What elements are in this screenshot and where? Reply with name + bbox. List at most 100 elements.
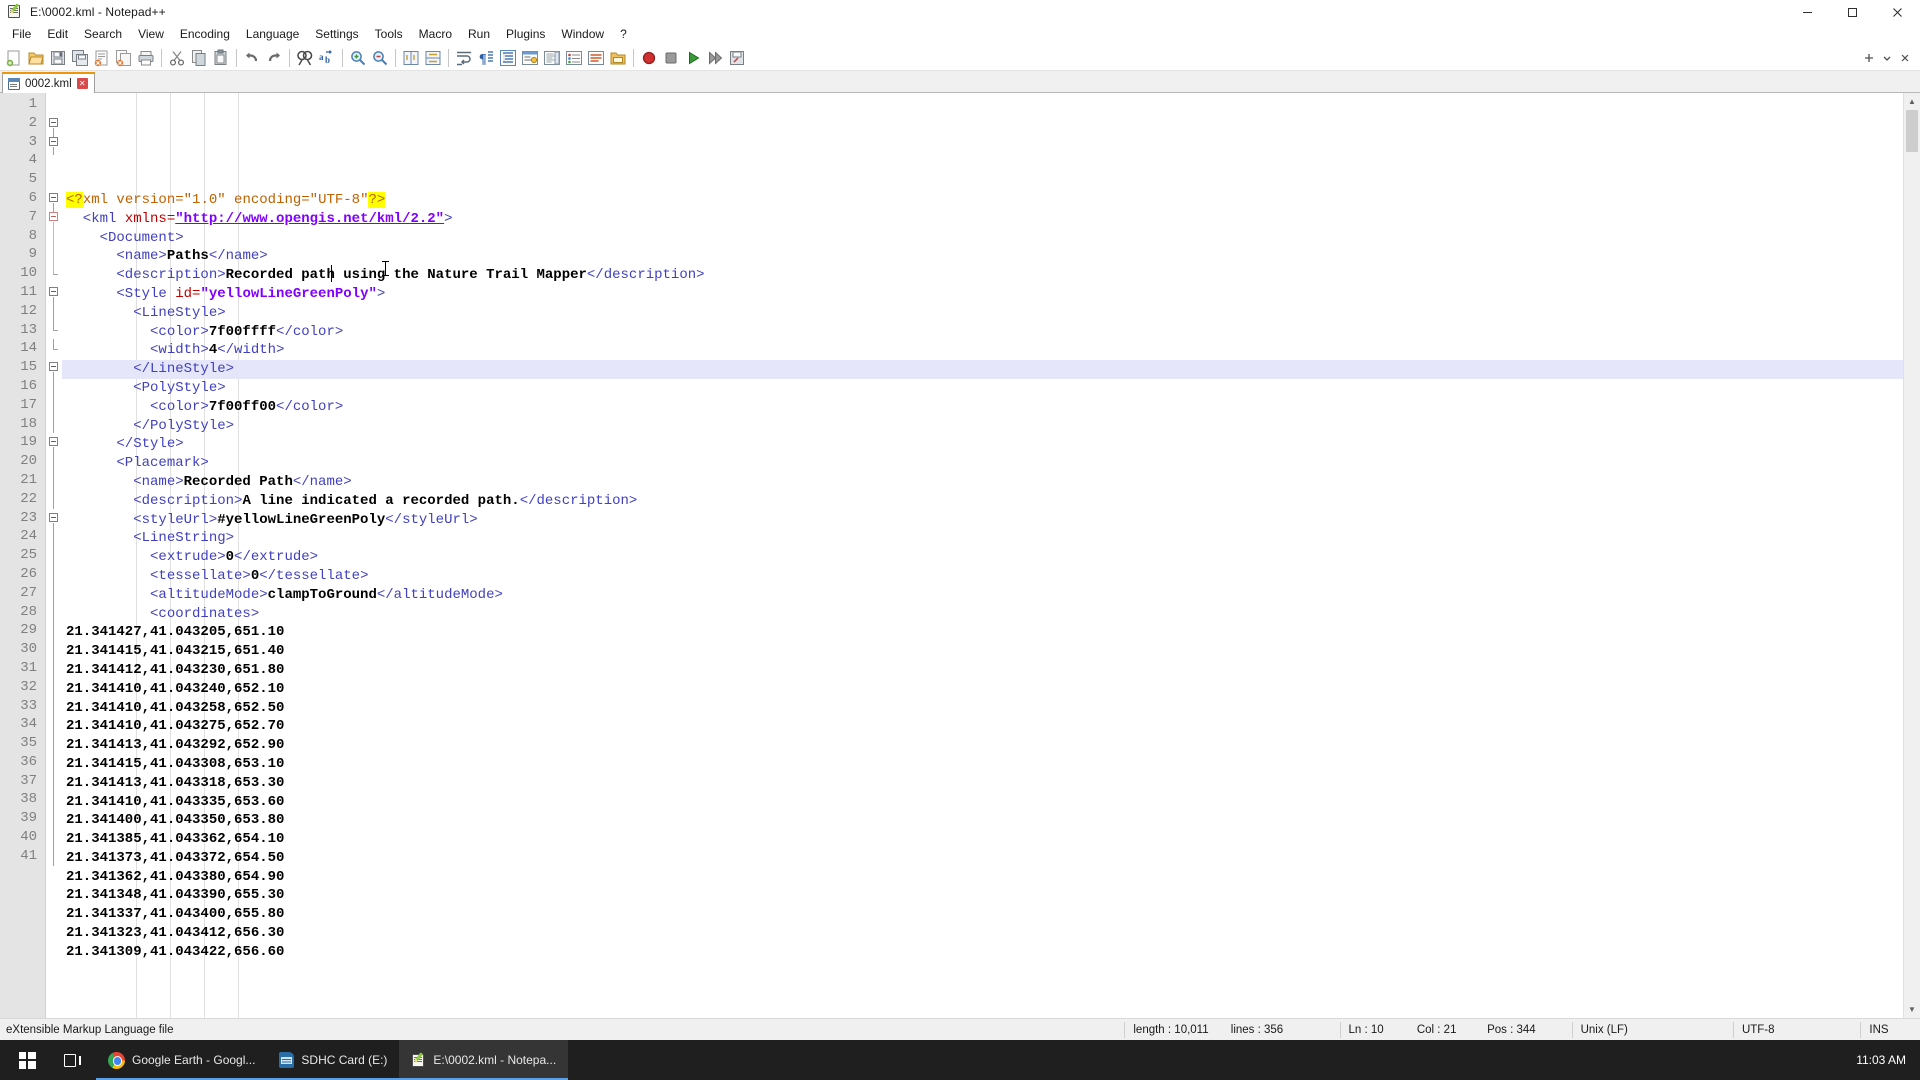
scroll-up-arrow[interactable]: ▲ — [1904, 93, 1920, 110]
menu-item-run[interactable]: Run — [460, 25, 498, 45]
code-line[interactable]: <width>4</width> — [62, 341, 1903, 360]
code-line[interactable]: <color>7f00ff00</color> — [62, 398, 1903, 417]
code-folding-gutter[interactable] — [46, 93, 62, 1018]
code-line[interactable]: <coordinates> — [62, 605, 1903, 624]
redo-icon[interactable] — [263, 47, 285, 69]
fold-toggle[interactable] — [49, 117, 58, 127]
code-line[interactable]: <LineString> — [62, 529, 1903, 548]
code-line[interactable]: </LineStyle> — [62, 360, 1903, 379]
user-defined-dialog-icon[interactable] — [519, 47, 541, 69]
add-tab-icon[interactable] — [1860, 47, 1878, 69]
fold-toggle[interactable] — [49, 287, 58, 296]
scrollbar-track[interactable] — [1904, 110, 1920, 1001]
vertical-scrollbar[interactable]: ▲ ▼ — [1903, 93, 1920, 1018]
new-file-icon[interactable] — [3, 47, 25, 69]
zoom-out-icon[interactable] — [369, 47, 391, 69]
code-line[interactable]: </PolyStyle> — [62, 417, 1903, 436]
taskbar-app-button[interactable]: E:\0002.kml - Notepa... — [399, 1040, 569, 1080]
code-line[interactable]: 21.341410,41.043258,652.50 — [62, 699, 1903, 718]
code-line[interactable]: <Style id="yellowLineGreenPoly"> — [62, 285, 1903, 304]
code-line[interactable]: <color>7f00ffff</color> — [62, 323, 1903, 342]
code-line[interactable]: <altitudeMode>clampToGround</altitudeMod… — [62, 586, 1903, 605]
menu-item-window[interactable]: Window — [553, 25, 612, 45]
sync-vertical-scroll-icon[interactable] — [400, 47, 422, 69]
code-line[interactable]: <kml xmlns="http://www.opengis.net/kml/2… — [62, 210, 1903, 229]
code-line[interactable]: 21.341323,41.043412,656.30 — [62, 924, 1903, 943]
code-line[interactable]: 21.341309,41.043422,656.60 — [62, 943, 1903, 962]
menu-item-file[interactable]: File — [4, 25, 39, 45]
close-all-files-icon[interactable] — [113, 47, 135, 69]
menu-item-tools[interactable]: Tools — [367, 25, 411, 45]
code-line[interactable]: 21.341415,41.043308,653.10 — [62, 755, 1903, 774]
undo-icon[interactable] — [241, 47, 263, 69]
code-line[interactable]: 21.341410,41.043335,653.60 — [62, 793, 1903, 812]
zoom-in-icon[interactable] — [347, 47, 369, 69]
document-map-icon[interactable] — [541, 47, 563, 69]
code-line[interactable]: 21.341348,41.043390,655.30 — [62, 886, 1903, 905]
function-list-icon[interactable] — [563, 47, 585, 69]
run-macro-multiple-icon[interactable] — [704, 47, 726, 69]
menu-item-view[interactable]: View — [130, 25, 172, 45]
print-icon[interactable] — [135, 47, 157, 69]
code-line[interactable]: <Document> — [62, 229, 1903, 248]
menu-item-language[interactable]: Language — [238, 25, 307, 45]
task-view-button[interactable] — [50, 1040, 96, 1080]
code-line[interactable]: 21.341410,41.043240,652.10 — [62, 680, 1903, 699]
document-list-icon[interactable] — [585, 47, 607, 69]
code-line[interactable]: <extrude>0</extrude> — [62, 548, 1903, 567]
code-line[interactable]: 21.341410,41.043275,652.70 — [62, 717, 1903, 736]
code-line[interactable]: <tessellate>0</tessellate> — [62, 567, 1903, 586]
scroll-down-arrow[interactable]: ▼ — [1904, 1001, 1920, 1018]
code-line[interactable]: </Style> — [62, 435, 1903, 454]
code-line[interactable]: <?xml version="1.0" encoding="UTF-8"?> — [62, 191, 1903, 210]
save-all-icon[interactable] — [69, 47, 91, 69]
code-line[interactable]: <styleUrl>#yellowLineGreenPoly</styleUrl… — [62, 511, 1903, 530]
code-line[interactable]: 21.341413,41.043292,652.90 — [62, 736, 1903, 755]
taskbar-clock[interactable]: 11:03 AM — [1856, 1040, 1920, 1080]
scrollbar-thumb[interactable] — [1906, 110, 1918, 152]
find-icon[interactable] — [294, 47, 316, 69]
code-line[interactable]: <description>Recorded path using the Nat… — [62, 266, 1903, 285]
fold-toggle[interactable] — [49, 136, 58, 146]
maximize-button[interactable] — [1830, 0, 1875, 24]
play-macro-icon[interactable] — [682, 47, 704, 69]
code-line[interactable]: <LineStyle> — [62, 304, 1903, 323]
menu-item-macro[interactable]: Macro — [411, 25, 460, 45]
menu-item-edit[interactable]: Edit — [39, 25, 76, 45]
copy-icon[interactable] — [188, 47, 210, 69]
code-line[interactable]: <PolyStyle> — [62, 379, 1903, 398]
code-line[interactable]: <description>A line indicated a recorded… — [62, 492, 1903, 511]
tab-close-icon[interactable]: ✕ — [76, 78, 88, 89]
code-line[interactable]: 21.341413,41.043318,653.30 — [62, 774, 1903, 793]
code-line[interactable]: <name>Recorded Path</name> — [62, 473, 1903, 492]
status-insert-mode[interactable]: INS — [1861, 1019, 1920, 1041]
menu-item-plugins[interactable]: Plugins — [498, 25, 553, 45]
close-button[interactable] — [1875, 0, 1920, 24]
code-line[interactable]: 21.341427,41.043205,651.10 — [62, 623, 1903, 642]
menu-item--[interactable]: ? — [612, 25, 635, 45]
menu-item-search[interactable]: Search — [76, 25, 130, 45]
close-icon[interactable] — [1896, 47, 1914, 69]
minimize-button[interactable] — [1785, 0, 1830, 24]
menu-item-settings[interactable]: Settings — [307, 25, 366, 45]
folder-as-workspace-icon[interactable] — [607, 47, 629, 69]
fold-toggle[interactable] — [49, 362, 58, 372]
code-content[interactable]: <?xml version="1.0" encoding="UTF-8"?> <… — [62, 93, 1903, 1018]
open-file-icon[interactable] — [25, 47, 47, 69]
fold-toggle[interactable] — [49, 211, 58, 221]
code-line[interactable]: 21.341337,41.043400,655.80 — [62, 905, 1903, 924]
save-macro-icon[interactable] — [726, 47, 748, 69]
stop-macro-icon[interactable] — [660, 47, 682, 69]
code-line[interactable]: 21.341400,41.043350,653.80 — [62, 811, 1903, 830]
status-encoding[interactable]: UTF-8 — [1734, 1019, 1860, 1041]
code-line[interactable]: <name>Paths</name> — [62, 247, 1903, 266]
code-line[interactable]: 21.341373,41.043372,654.50 — [62, 849, 1903, 868]
save-icon[interactable] — [47, 47, 69, 69]
fold-toggle[interactable] — [49, 512, 58, 522]
code-line[interactable]: 21.341362,41.043380,654.90 — [62, 868, 1903, 887]
taskbar-app-button[interactable]: SDHC Card (E:) — [267, 1040, 400, 1080]
replace-icon[interactable]: ab — [316, 47, 338, 69]
chevron-down-icon[interactable] — [1878, 47, 1896, 69]
code-line[interactable]: 21.341385,41.043362,654.10 — [62, 830, 1903, 849]
sync-horizontal-scroll-icon[interactable] — [422, 47, 444, 69]
